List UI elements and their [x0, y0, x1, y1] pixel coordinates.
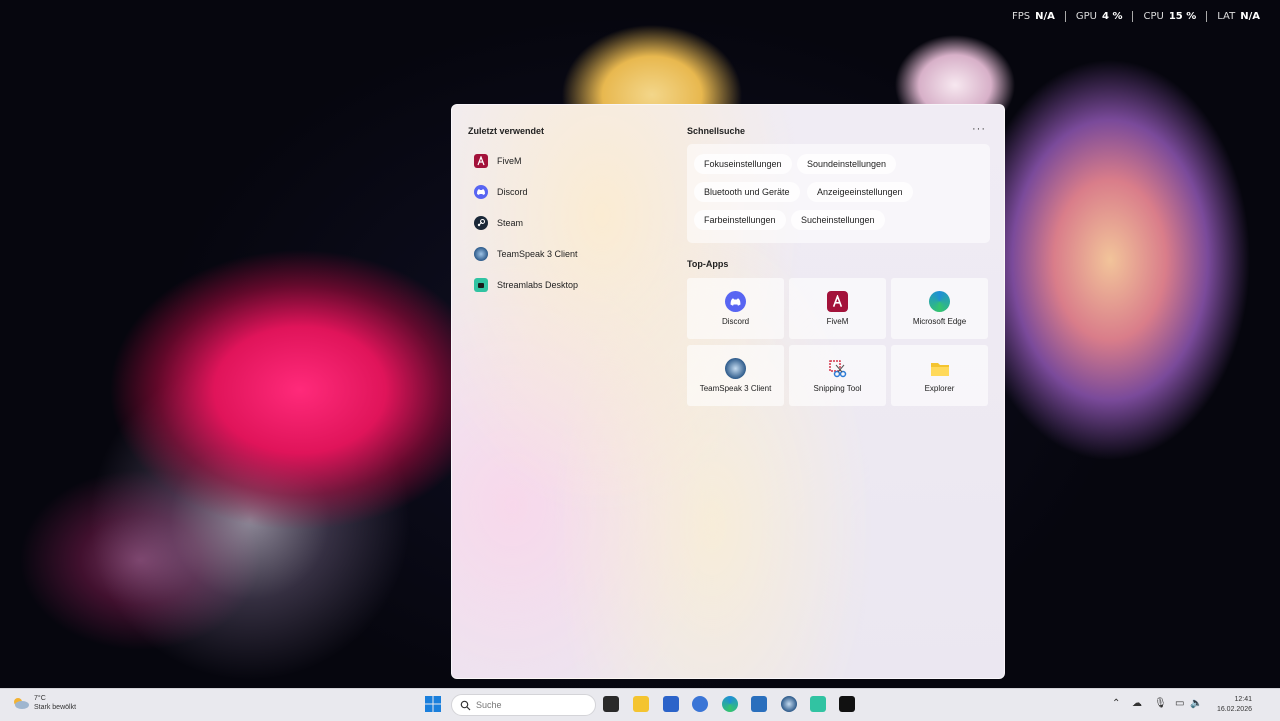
network-icon[interactable]: ▭ — [1175, 698, 1184, 709]
browser-icon[interactable] — [692, 696, 708, 712]
performance-overlay: FPS N/A GPU 4 % CPU 15 % LAT N/A — [1002, 11, 1270, 22]
streamlabs-icon[interactable] — [810, 696, 826, 712]
start-menu: Zuletzt verwendet FiveM Discord Steam Te… — [451, 104, 1005, 679]
quick-chip-display[interactable]: Anzeigeeinstellungen — [807, 182, 913, 202]
task-view-icon[interactable] — [603, 696, 619, 712]
weather-temperature: 7°C — [34, 695, 46, 702]
quick-chip-sound[interactable]: Soundeinstellungen — [797, 154, 897, 174]
quick-chip-focus[interactable]: Fokuseinstellungen — [694, 154, 792, 174]
recent-item-streamlabs[interactable]: Streamlabs Desktop — [468, 269, 668, 300]
teamspeak-icon[interactable] — [781, 696, 797, 712]
top-apps-title: Top-Apps — [687, 259, 729, 269]
snipping-tool-icon — [827, 358, 848, 379]
top-app-explorer[interactable]: Explorer — [891, 345, 988, 406]
quick-chip-bluetooth[interactable]: Bluetooth und Geräte — [694, 182, 800, 202]
chevron-up-icon[interactable]: ⌃ — [1112, 698, 1120, 709]
quick-chip-search[interactable]: Sucheinstellungen — [791, 210, 885, 230]
app-icon[interactable] — [839, 696, 855, 712]
search-placeholder: Suche — [476, 700, 502, 710]
steam-icon — [474, 215, 488, 230]
store-icon[interactable] — [663, 696, 679, 712]
top-app-fivem[interactable]: FiveM — [789, 278, 886, 339]
cloud-icon — [14, 698, 29, 709]
cpu-stat: CPU 15 % — [1132, 11, 1206, 22]
windows-start-icon[interactable] — [425, 696, 441, 712]
recent-item-fivem[interactable]: FiveM — [468, 145, 668, 176]
photos-icon[interactable] — [751, 696, 767, 712]
recent-list: FiveM Discord Steam TeamSpeak 3 Client S… — [468, 145, 668, 300]
quick-search-panel: Fokuseinstellungen Soundeinstellungen Bl… — [687, 144, 990, 243]
desktop-wallpaper: FPS N/A GPU 4 % CPU 15 % LAT N/A Zuletzt ver… — [0, 0, 1280, 688]
teamspeak-icon — [725, 358, 746, 379]
fivem-icon — [827, 291, 848, 312]
search-icon — [460, 700, 471, 710]
top-app-edge[interactable]: Microsoft Edge — [891, 278, 988, 339]
clock-date: 16.02.2026 — [1216, 706, 1252, 713]
fps-stat: FPS N/A — [1012, 11, 1055, 22]
streamlabs-icon — [474, 277, 488, 292]
gpu-stat: GPU 4 % — [1064, 11, 1133, 22]
folder-icon[interactable] — [633, 696, 649, 712]
clock[interactable]: 12:41 16.02.2026 — [1217, 695, 1252, 715]
clock-time: 12:41 — [1234, 696, 1252, 703]
latency-stat: LAT N/A — [1206, 11, 1270, 22]
quick-search-title: Schnellsuche — [687, 126, 746, 136]
weather-widget[interactable]: 7°C Stark bewölkt — [12, 694, 76, 712]
microphone-icon[interactable]: 🎙 — [1154, 698, 1167, 709]
folder-icon — [929, 358, 950, 379]
top-app-teamspeak[interactable]: TeamSpeak 3 Client — [687, 345, 784, 406]
cloud-sync-icon[interactable]: ☁ — [1132, 698, 1142, 709]
recent-title: Zuletzt verwendet — [468, 126, 545, 136]
discord-icon — [474, 184, 488, 199]
weather-description: Stark bewölkt — [34, 704, 77, 711]
top-app-discord[interactable]: Discord — [687, 278, 784, 339]
teamspeak-icon — [474, 246, 488, 261]
fivem-icon — [474, 153, 488, 168]
taskbar: 7°C Stark bewölkt Suche ⌃ ☁ 🎙 ▭ 🔈 12:41 … — [0, 688, 1280, 721]
taskbar-search[interactable]: Suche — [451, 694, 596, 716]
recent-item-steam[interactable]: Steam — [468, 207, 668, 238]
edge-icon[interactable] — [722, 696, 738, 712]
quick-chip-color[interactable]: Farbeinstellungen — [694, 210, 786, 230]
edge-icon — [929, 291, 950, 312]
top-app-snipping-tool[interactable]: Snipping Tool — [789, 345, 886, 406]
discord-icon — [725, 291, 746, 312]
recent-item-discord[interactable]: Discord — [468, 176, 668, 207]
recent-item-teamspeak[interactable]: TeamSpeak 3 Client — [468, 238, 668, 269]
more-options-button[interactable]: ··· — [972, 123, 986, 135]
speaker-icon[interactable]: 🔈 — [1190, 698, 1202, 709]
